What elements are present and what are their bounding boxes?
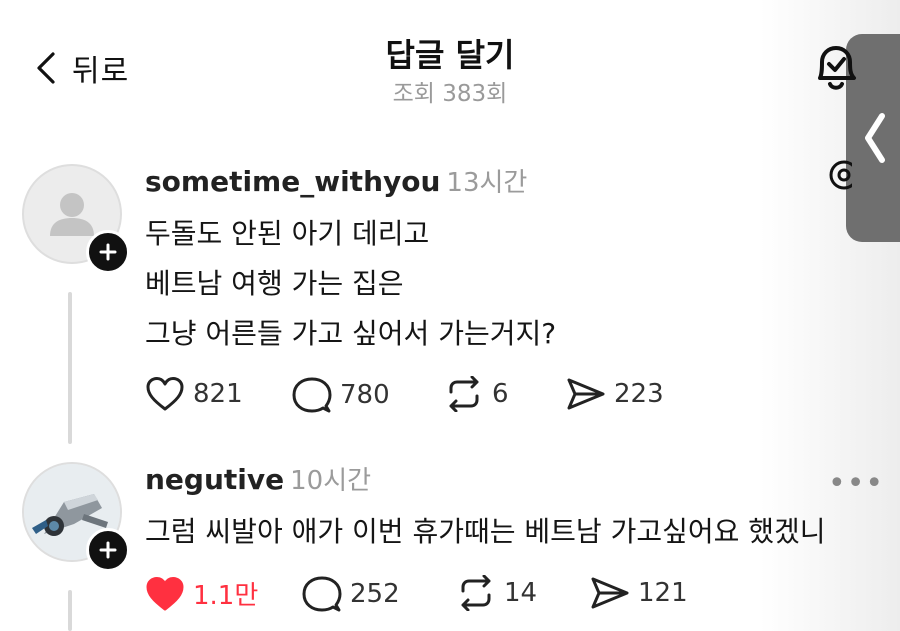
repost-button[interactable]: 6	[444, 376, 509, 412]
post-time: 13시간	[446, 168, 528, 198]
post-text-line: 두돌도 안된 아기 데리고	[145, 217, 430, 250]
thread-line	[68, 292, 72, 444]
heart-filled-icon	[146, 576, 184, 610]
plus-icon	[99, 243, 117, 261]
post-text-line: 베트남 여행 가는 집은	[145, 267, 404, 300]
plus-icon	[99, 541, 117, 559]
bell-check-icon	[818, 46, 856, 90]
thread-line	[68, 590, 72, 631]
comment-button[interactable]: 252	[302, 575, 400, 613]
more-options-button[interactable]: •••	[828, 466, 884, 501]
chevron-left-icon	[865, 113, 885, 163]
share-count: 223	[614, 379, 664, 409]
post-text-line: 그냥 어른들 가고 싶어서 가는거지?	[145, 317, 557, 350]
comment-icon	[292, 377, 332, 413]
share-icon	[591, 577, 629, 609]
share-button[interactable]: 121	[590, 575, 688, 611]
post-header: negutive 10시간	[145, 460, 371, 497]
view-count: 조회 383회	[392, 81, 508, 107]
share-button[interactable]: 223	[566, 376, 664, 412]
repost-count: 6	[492, 379, 509, 409]
follow-button[interactable]	[86, 230, 130, 274]
like-count: 821	[193, 379, 243, 409]
repost-count: 14	[504, 578, 538, 608]
post-header: sometime_withyou 13시간	[145, 162, 527, 199]
like-count: 1.1만	[193, 581, 259, 611]
like-button[interactable]: 821	[145, 376, 243, 412]
comment-count: 780	[340, 380, 390, 410]
heart-icon	[146, 377, 184, 411]
page-title: 답글 달기	[385, 36, 515, 74]
username[interactable]: sometime_withyou	[145, 165, 440, 198]
post-time: 10시간	[290, 466, 372, 496]
post-text-line: 그럼 씨발아 애가 이번 휴가때는 베트남 가고싶어요 했겠니	[145, 515, 826, 548]
repost-button[interactable]: 14	[456, 575, 537, 611]
comment-icon	[302, 576, 342, 612]
notification-bell-button[interactable]	[808, 40, 860, 100]
like-button[interactable]: 1.1만	[145, 575, 258, 612]
repost-icon	[461, 575, 491, 611]
at-icon[interactable]	[826, 158, 859, 196]
comment-count: 252	[350, 579, 400, 609]
share-icon	[567, 378, 605, 410]
username[interactable]: negutive	[145, 463, 284, 496]
comment-button[interactable]: 780	[292, 376, 390, 414]
follow-button[interactable]	[86, 528, 130, 572]
repost-icon	[449, 376, 479, 412]
share-count: 121	[638, 578, 688, 608]
